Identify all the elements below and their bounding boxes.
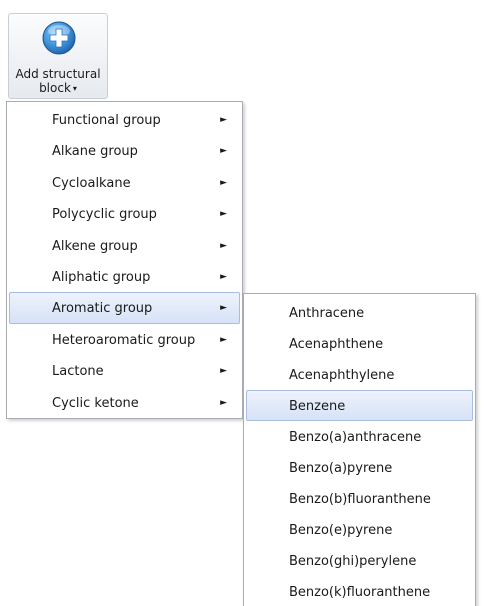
submenu-item-benzo-b-fluoranthene[interactable]: Benzo(b)fluoranthene [246,483,473,514]
submenu-arrow-icon: ► [220,115,227,125]
submenu-item-benzo-ghi-perylene[interactable]: Benzo(ghi)perylene [246,545,473,576]
structural-block-menu: Functional group ► Alkane group ► Cycloa… [6,101,243,419]
submenu-item-benzo-k-fluoranthene[interactable]: Benzo(k)fluoranthene [246,576,473,606]
menu-item-heteroaromatic-group[interactable]: Heteroaromatic group ► [9,324,240,355]
menu-item-label: Alkene group [52,238,138,254]
submenu-item-acenaphthene[interactable]: Acenaphthene [246,328,473,359]
menu-item-functional-group[interactable]: Functional group ► [9,104,240,135]
menu-item-label: Aromatic group [52,301,153,317]
menu-item-label: Functional group [52,113,161,128]
menu-item-label: Polycyclic group [52,207,157,223]
menu-item-lactone[interactable]: Lactone ► [9,355,240,386]
menu-item-alkane-group[interactable]: Alkane group ► [9,135,240,166]
submenu-item-benzo-a-pyrene[interactable]: Benzo(a)pyrene [246,452,473,483]
menu-item-aliphatic-group[interactable]: Aliphatic group ► [9,261,240,292]
ribbon-label-line2-text: block [39,81,71,95]
submenu-arrow-icon: ► [220,334,227,345]
submenu-arrow-icon: ► [220,397,227,408]
add-structural-block-button[interactable]: Add structural block ▾ [8,13,108,99]
plus-icon [42,21,76,55]
submenu-arrow-icon: ► [220,303,227,314]
submenu-arrow-icon: ► [220,177,227,188]
menu-item-label: Alkane group [52,144,138,160]
menu-item-label: Lactone [52,364,104,380]
submenu-item-benzo-e-pyrene[interactable]: Benzo(e)pyrene [246,514,473,545]
menu-item-label: Cyclic ketone [52,395,139,411]
menu-item-label: Cycloalkane [52,175,131,191]
submenu-item-acenaphthylene[interactable]: Acenaphthylene [246,359,473,390]
menu-item-polycyclic-group[interactable]: Polycyclic group ► [9,198,240,229]
submenu-arrow-icon: ► [220,146,227,157]
app-canvas: Add structural block ▾ Functional group ►… [0,0,497,606]
ribbon-label-line1: Add structural [15,67,101,81]
submenu-arrow-icon: ► [220,240,227,251]
submenu-item-benzo-a-anthracene[interactable]: Benzo(a)anthracene [246,421,473,452]
menu-item-label: Heteroaromatic group [52,332,196,348]
menu-item-cyclic-ketone[interactable]: Cyclic ketone ► [9,387,240,418]
submenu-arrow-icon: ► [220,271,227,282]
menu-item-label: Aliphatic group [52,269,151,285]
aromatic-group-submenu: Anthracene Acenaphthene Acenaphthylene B… [243,293,476,606]
dropdown-arrow-icon: ▾ [72,84,77,93]
menu-item-alkene-group[interactable]: Alkene group ► [9,230,240,261]
submenu-item-benzene[interactable]: Benzene [246,390,473,421]
menu-item-aromatic-group[interactable]: Aromatic group ► [9,292,240,324]
submenu-arrow-icon: ► [220,366,227,377]
menu-item-cycloalkane[interactable]: Cycloalkane ► [9,167,240,198]
submenu-arrow-icon: ► [220,209,227,220]
ribbon-label-line2: block ▾ [9,81,107,96]
ribbon-button-label: Add structural block ▾ [9,67,107,96]
submenu-item-anthracene[interactable]: Anthracene [246,297,473,328]
